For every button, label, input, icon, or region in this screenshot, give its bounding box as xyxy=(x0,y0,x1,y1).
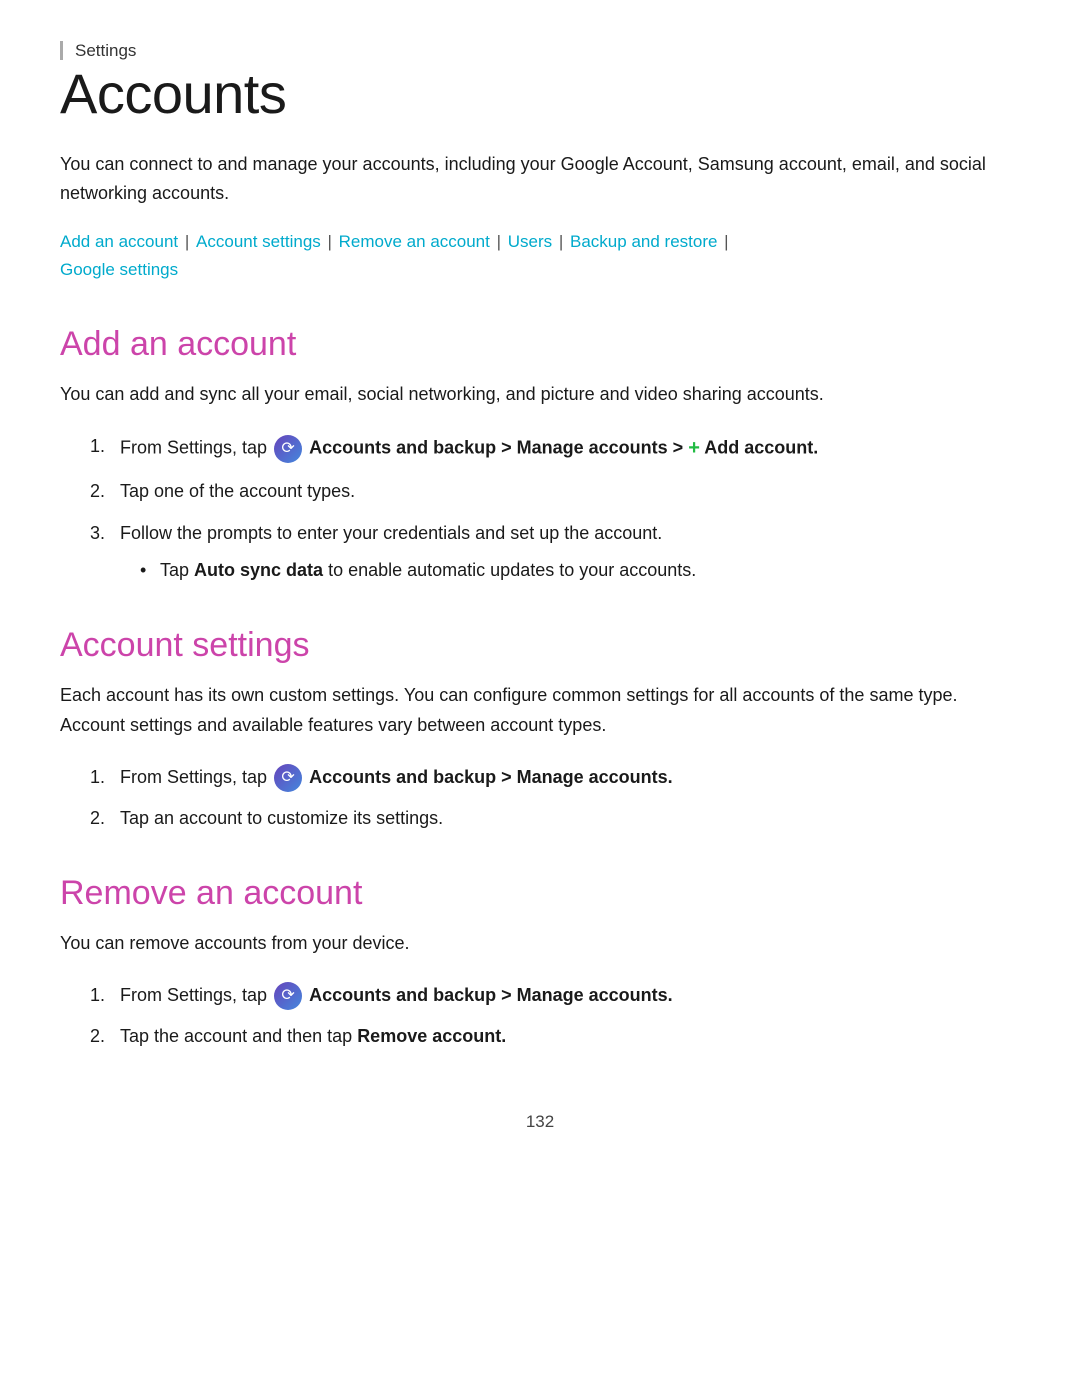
step1-bold-text2: Add account. xyxy=(700,437,818,457)
settings-icon-1 xyxy=(274,435,302,463)
settings-icon-3 xyxy=(274,982,302,1010)
bullet-text-after: to enable automatic updates to your acco… xyxy=(323,560,696,580)
step1-text-before: From Settings, tap xyxy=(120,437,272,457)
section-desc-remove-account: You can remove accounts from your device… xyxy=(60,929,1020,959)
section-desc-account-settings: Each account has its own custom settings… xyxy=(60,681,1020,740)
nav-link-google[interactable]: Google settings xyxy=(60,260,178,279)
account-settings-step-2: Tap an account to customize its settings… xyxy=(90,804,1020,834)
settings-icon-2 xyxy=(274,764,302,792)
nav-link-users[interactable]: Users xyxy=(508,232,552,251)
remove-account-step-1: From Settings, tap Accounts and backup >… xyxy=(90,981,1020,1011)
account-settings-steps: From Settings, tap Accounts and backup >… xyxy=(60,763,1020,834)
section-title-account-settings: Account settings xyxy=(60,626,1020,665)
ra-step1-bold: Accounts and backup > Manage accounts. xyxy=(309,985,673,1005)
account-settings-step-1: From Settings, tap Accounts and backup >… xyxy=(90,763,1020,793)
separator-1: | xyxy=(180,232,194,251)
nav-link-add-account[interactable]: Add an account xyxy=(60,232,178,251)
step3-bullets: Tap Auto sync data to enable automatic u… xyxy=(120,556,1020,586)
add-account-steps: From Settings, tap Accounts and backup >… xyxy=(60,432,1020,586)
step1-bold-text: Accounts and backup > Manage accounts > xyxy=(309,437,688,457)
add-account-step-1: From Settings, tap Accounts and backup >… xyxy=(90,432,1020,465)
ra-step2-text: Tap the account and then tap xyxy=(120,1026,357,1046)
page-number: 132 xyxy=(60,1112,1020,1132)
add-plus-icon: + xyxy=(688,432,700,465)
bullet-bold: Auto sync data xyxy=(194,560,323,580)
step3-text: Follow the prompts to enter your credent… xyxy=(120,523,662,543)
as-step2-text: Tap an account to customize its settings… xyxy=(120,808,443,828)
as-step1-bold: Accounts and backup > Manage accounts. xyxy=(309,767,673,787)
step2-text: Tap one of the account types. xyxy=(120,481,355,501)
as-step1-text-before: From Settings, tap xyxy=(120,767,272,787)
remove-account-steps: From Settings, tap Accounts and backup >… xyxy=(60,981,1020,1052)
page-title: Accounts xyxy=(60,61,1020,126)
add-account-step-3: Follow the prompts to enter your credent… xyxy=(90,519,1020,586)
remove-account-step-2: Tap the account and then tap Remove acco… xyxy=(90,1022,1020,1052)
section-remove-account: Remove an account You can remove account… xyxy=(60,874,1020,1052)
separator-2: | xyxy=(323,232,337,251)
separator-3: | xyxy=(492,232,506,251)
section-add-account: Add an account You can add and sync all … xyxy=(60,325,1020,586)
nav-link-account-settings[interactable]: Account settings xyxy=(196,232,321,251)
section-account-settings: Account settings Each account has its ow… xyxy=(60,626,1020,834)
nav-link-backup[interactable]: Backup and restore xyxy=(570,232,717,251)
settings-label: Settings xyxy=(60,41,136,60)
bullet-auto-sync: Tap Auto sync data to enable automatic u… xyxy=(140,556,1020,586)
section-desc-add-account: You can add and sync all your email, soc… xyxy=(60,380,1020,410)
section-title-remove-account: Remove an account xyxy=(60,874,1020,913)
nav-link-remove-account[interactable]: Remove an account xyxy=(339,232,490,251)
separator-4: | xyxy=(554,232,568,251)
ra-step1-text-before: From Settings, tap xyxy=(120,985,272,1005)
separator-5: | xyxy=(719,232,728,251)
nav-links: Add an account | Account settings | Remo… xyxy=(60,228,1020,286)
settings-breadcrumb: Settings xyxy=(60,40,1020,61)
add-account-step-2: Tap one of the account types. xyxy=(90,477,1020,507)
section-title-add-account: Add an account xyxy=(60,325,1020,364)
ra-step2-bold: Remove account. xyxy=(357,1026,506,1046)
intro-text: You can connect to and manage your accou… xyxy=(60,150,1020,208)
bullet-text-before: Tap xyxy=(160,560,194,580)
